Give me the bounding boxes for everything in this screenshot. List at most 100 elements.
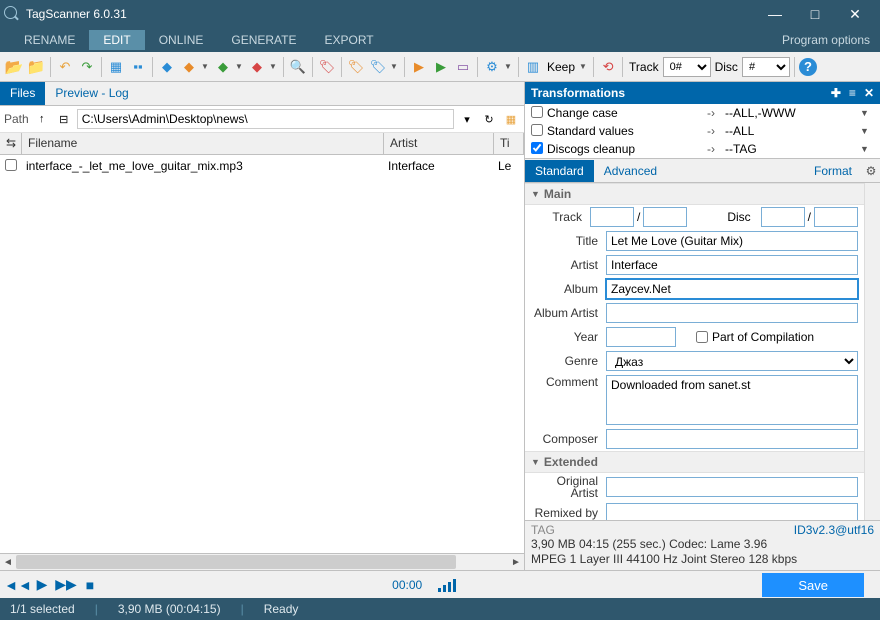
transformations-add-icon[interactable]: ✚ bbox=[831, 86, 841, 100]
tab-standard[interactable]: Standard bbox=[525, 160, 594, 182]
section-extended[interactable]: ▼Extended bbox=[525, 451, 864, 473]
gear-icon[interactable]: ⚙ bbox=[482, 57, 502, 77]
file-row[interactable]: interface_-_let_me_love_guitar_mix.mp3 I… bbox=[0, 155, 524, 177]
disc-total-input[interactable] bbox=[814, 207, 858, 227]
drive-icon[interactable]: ⊟ bbox=[55, 110, 73, 128]
transformation-checkbox[interactable] bbox=[531, 106, 543, 118]
transformations-menu-icon[interactable]: ≡ bbox=[849, 86, 856, 100]
tag-remove-icon[interactable]: 🏷 bbox=[346, 57, 366, 77]
tag-red-icon[interactable]: 🏷 bbox=[317, 57, 337, 77]
path-up-icon[interactable]: ↑ bbox=[33, 110, 51, 128]
transformations-close-icon[interactable]: ✕ bbox=[864, 86, 874, 100]
chevron-down-icon[interactable]: ▼ bbox=[860, 144, 874, 154]
section-main[interactable]: ▼Main bbox=[525, 183, 864, 205]
prev-track-icon[interactable]: ◄◄ bbox=[8, 575, 28, 595]
compilation-checkbox[interactable] bbox=[696, 331, 708, 343]
path-refresh-icon[interactable]: ↻ bbox=[480, 110, 498, 128]
transformation-row[interactable]: Discogs cleanup -› --TAG ▼ bbox=[525, 140, 880, 158]
grid-large-icon[interactable]: ▦ bbox=[106, 57, 126, 77]
tab-advanced[interactable]: Advanced bbox=[594, 160, 667, 182]
chevron-down-icon[interactable]: ▼ bbox=[860, 126, 874, 136]
menu-online[interactable]: ONLINE bbox=[145, 30, 218, 50]
card-icon[interactable]: ▭ bbox=[453, 57, 473, 77]
scroll-thumb[interactable] bbox=[16, 555, 456, 569]
scroll-right-icon[interactable]: ► bbox=[508, 554, 524, 570]
play-green-icon[interactable]: ▶ bbox=[431, 57, 451, 77]
help-icon[interactable]: ? bbox=[799, 58, 817, 76]
save-button[interactable]: Save bbox=[762, 573, 864, 597]
app-icon bbox=[4, 6, 20, 22]
transformation-checkbox[interactable] bbox=[531, 142, 543, 154]
album-input[interactable] bbox=[606, 279, 858, 299]
path-input[interactable] bbox=[77, 109, 454, 129]
original-artist-input[interactable] bbox=[606, 477, 858, 497]
tag-edit-icon[interactable]: 🏷 bbox=[368, 57, 388, 77]
genre-select[interactable]: Джаз bbox=[606, 351, 858, 371]
track-format-select[interactable]: 0# bbox=[663, 57, 711, 77]
horizontal-scrollbar[interactable]: ◄ ► bbox=[0, 553, 524, 570]
tab-files[interactable]: Files bbox=[0, 82, 45, 105]
undo-icon[interactable]: ↶ bbox=[55, 57, 75, 77]
menu-generate[interactable]: GENERATE bbox=[217, 30, 310, 50]
composer-input[interactable] bbox=[606, 429, 858, 449]
tab-preview-log[interactable]: Preview - Log bbox=[45, 82, 138, 105]
program-options-link[interactable]: Program options bbox=[782, 33, 870, 47]
titlebar: TagScanner 6.0.31 — □ ✕ bbox=[0, 0, 880, 28]
year-input[interactable] bbox=[606, 327, 676, 347]
remixed-by-input[interactable] bbox=[606, 503, 858, 520]
open-folder-icon[interactable]: 📂 bbox=[4, 57, 24, 77]
editor-gear-icon[interactable]: ⚙ bbox=[862, 164, 880, 178]
tag-edit-dropdown[interactable]: ▼ bbox=[390, 62, 400, 71]
col-title[interactable]: Ti bbox=[494, 133, 524, 154]
disc-format-select[interactable]: # bbox=[742, 57, 790, 77]
columns-icon[interactable]: ▥ bbox=[523, 57, 543, 77]
track-total-input[interactable] bbox=[643, 207, 687, 227]
minimize-button[interactable]: — bbox=[764, 6, 786, 23]
transformation-row[interactable]: Standard values -› --ALL ▼ bbox=[525, 122, 880, 140]
comment-input[interactable]: Downloaded from sanet.st bbox=[606, 375, 858, 425]
arrow-up-icon[interactable]: ◆ bbox=[213, 57, 233, 77]
add-folder-icon[interactable]: 📁 bbox=[26, 57, 46, 77]
editor-scrollbar[interactable] bbox=[864, 183, 880, 520]
col-filename[interactable]: Filename bbox=[22, 133, 384, 154]
menu-rename[interactable]: RENAME bbox=[10, 30, 89, 50]
scroll-left-icon[interactable]: ◄ bbox=[0, 554, 16, 570]
track-input[interactable] bbox=[590, 207, 634, 227]
path-dropdown-icon[interactable]: ▾ bbox=[458, 110, 476, 128]
keep-dropdown[interactable]: ▼ bbox=[579, 62, 589, 71]
next-track-icon[interactable]: ▶▶ bbox=[56, 575, 76, 595]
arrow-down-icon[interactable]: ◆ bbox=[247, 57, 267, 77]
arrow-up-dropdown[interactable]: ▼ bbox=[235, 62, 245, 71]
menu-export[interactable]: EXPORT bbox=[311, 30, 388, 50]
gear-dropdown[interactable]: ▼ bbox=[504, 62, 514, 71]
arrow-down-dropdown[interactable]: ▼ bbox=[269, 62, 279, 71]
maximize-button[interactable]: □ bbox=[804, 6, 826, 23]
format-link[interactable]: Format bbox=[804, 160, 862, 182]
transformation-checkbox[interactable] bbox=[531, 124, 543, 136]
close-button[interactable]: ✕ bbox=[844, 6, 866, 23]
stop-icon[interactable]: ■ bbox=[80, 575, 100, 595]
path-browse-icon[interactable]: ▦ bbox=[502, 110, 520, 128]
play-orange-icon[interactable]: ▶ bbox=[409, 57, 429, 77]
chevron-down-icon[interactable]: ▼ bbox=[860, 108, 874, 118]
play-icon[interactable]: ▶ bbox=[32, 575, 52, 595]
main-area: Files Preview - Log Path ↑ ⊟ ▾ ↻ ▦ ⇆ Fil… bbox=[0, 82, 880, 570]
redo-icon[interactable]: ↷ bbox=[77, 57, 97, 77]
grid-small-icon[interactable]: ▪▪ bbox=[128, 57, 148, 77]
file-row-checkbox[interactable] bbox=[5, 159, 17, 171]
artist-input[interactable] bbox=[606, 255, 858, 275]
arrow-right-dropdown[interactable]: ▼ bbox=[201, 62, 211, 71]
file-list[interactable]: interface_-_let_me_love_guitar_mix.mp3 I… bbox=[0, 155, 524, 553]
disc-input[interactable] bbox=[761, 207, 805, 227]
transformation-value: --ALL bbox=[725, 124, 860, 138]
menu-edit[interactable]: EDIT bbox=[89, 30, 144, 50]
col-shuffle[interactable]: ⇆ bbox=[0, 133, 22, 154]
title-input[interactable] bbox=[606, 231, 858, 251]
col-artist[interactable]: Artist bbox=[384, 133, 494, 154]
arrow-right-icon[interactable]: ◆ bbox=[179, 57, 199, 77]
album-artist-input[interactable] bbox=[606, 303, 858, 323]
arrow-left-icon[interactable]: ◆ bbox=[157, 57, 177, 77]
search-icon[interactable]: 🔍 bbox=[288, 57, 308, 77]
restore-icon[interactable]: ⟲ bbox=[598, 57, 618, 77]
transformation-row[interactable]: Change case -› --ALL,-WWW ▼ bbox=[525, 104, 880, 122]
